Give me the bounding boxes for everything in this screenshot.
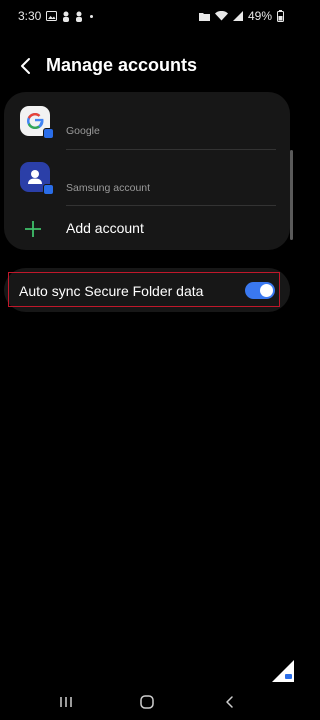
auto-sync-toggle[interactable] [245, 282, 275, 299]
secure-folder-badge-icon [43, 128, 54, 139]
account-label-google: Google [66, 125, 100, 137]
app-header: Manage accounts [0, 48, 294, 84]
battery-icon [277, 10, 284, 22]
scrollbar[interactable] [290, 150, 293, 240]
recent-apps-icon[interactable] [54, 692, 78, 712]
account-item-google[interactable]: Google [4, 92, 290, 150]
accounts-card: Google Samsung account Add account [4, 92, 290, 250]
account-item-samsung[interactable]: Samsung account [4, 150, 290, 206]
secure-folder-badge-icon [43, 184, 54, 195]
gallery-notification-icon [46, 11, 58, 21]
home-icon[interactable] [135, 692, 159, 712]
back-arrow-icon[interactable] [16, 56, 36, 76]
account-label-samsung: Samsung account [66, 182, 151, 194]
signal-icon [232, 11, 243, 21]
navigation-bar [0, 686, 294, 720]
back-nav-icon[interactable] [218, 692, 242, 712]
status-time: 3:30 [18, 9, 42, 23]
more-notifications-icon [90, 14, 94, 18]
status-bar: 3:30 49% [0, 0, 294, 32]
add-account-label: Add account [66, 220, 144, 236]
secure-folder-corner-icon [272, 660, 294, 682]
google-icon [20, 106, 54, 139]
person-notification-icon-2 [75, 11, 83, 22]
add-account-button[interactable]: Add account [4, 216, 290, 242]
battery-level: 49% [247, 9, 272, 23]
plus-icon [24, 220, 42, 238]
person-notification-icon [62, 11, 70, 22]
secure-folder-status-icon [198, 12, 210, 21]
toggle-knob [260, 284, 273, 297]
auto-sync-label: Auto sync Secure Folder data [19, 283, 204, 299]
wifi-icon [214, 11, 228, 21]
samsung-account-icon [20, 162, 54, 195]
page-title: Manage accounts [46, 55, 198, 75]
divider [66, 205, 276, 206]
